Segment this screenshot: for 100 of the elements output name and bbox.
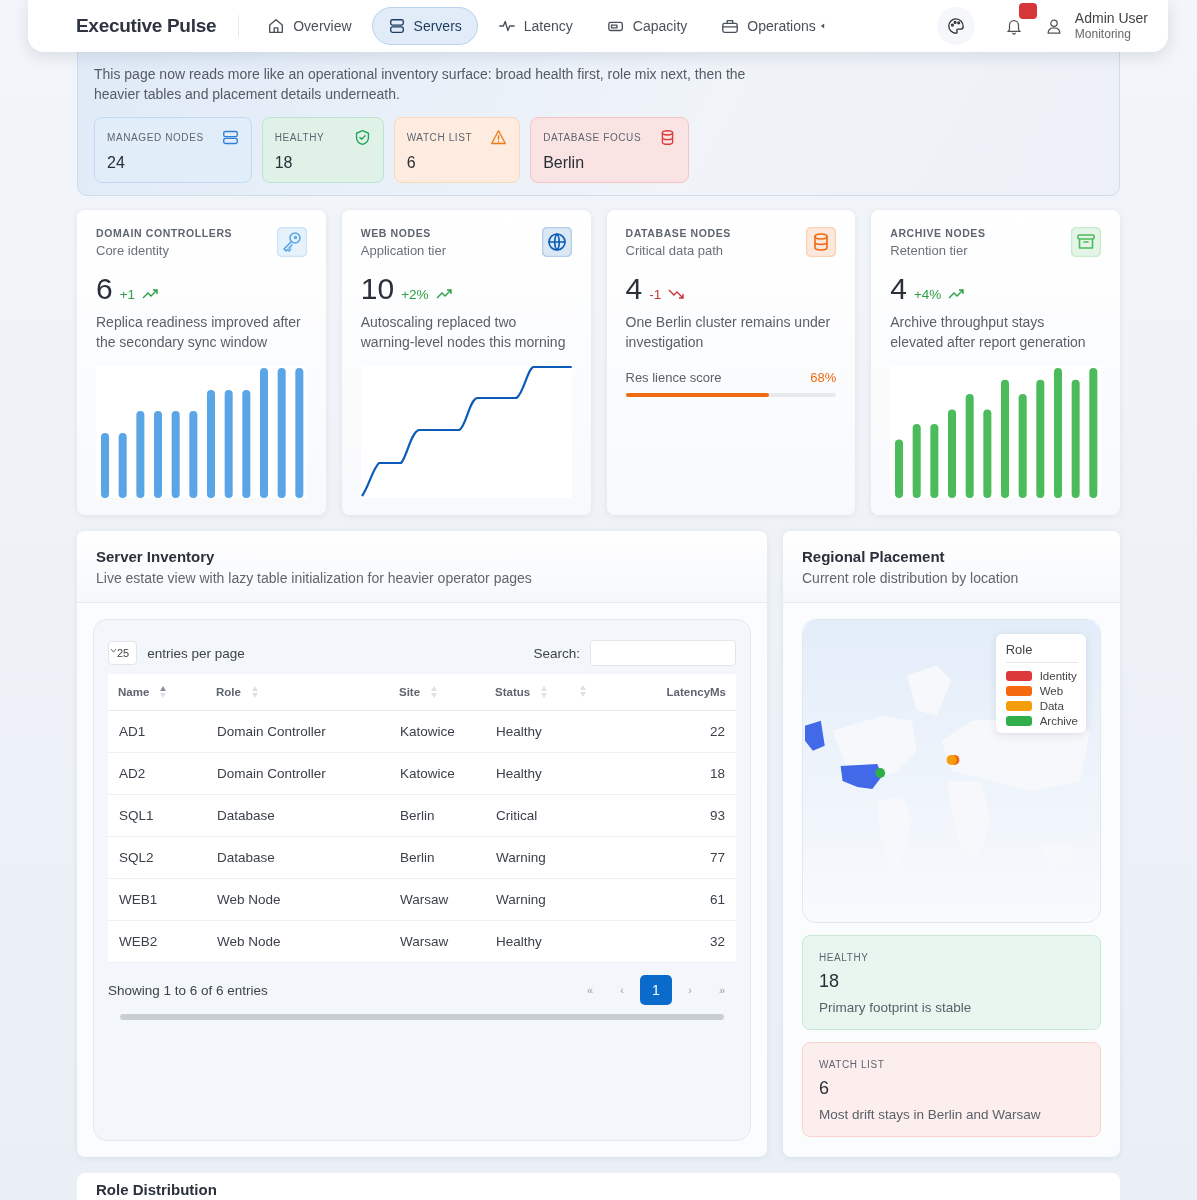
trend-delta: +4% — [913, 287, 942, 302]
palette-button[interactable] — [936, 7, 975, 45]
key-icon — [276, 227, 307, 257]
card-title: DATABASE NODES — [625, 227, 731, 239]
table-cell: 32 — [709, 934, 725, 949]
card-title: WEB NODES — [360, 227, 432, 239]
nav-tab[interactable]: Latency — [483, 9, 587, 43]
card-subtitle: Live estate view with lazy table initialization for heavier operator pages — [96, 570, 533, 586]
column-header[interactable]: Site — [389, 674, 485, 711]
legend-label: Web — [1039, 685, 1064, 697]
column-header[interactable]: LatencyMs — [612, 674, 736, 711]
user-name: Admin User — [1074, 10, 1148, 26]
table-cell: Berlin — [400, 808, 435, 823]
card-note: Autoscaling replaced two warning-level nodes this morning — [360, 313, 567, 352]
chip-label: WATCH LIST — [406, 132, 473, 143]
card-subtitle: Application tier — [360, 243, 447, 258]
node-count: 4 — [625, 272, 643, 306]
tile-label: WATCH LIST — [819, 1059, 886, 1070]
database-icon — [806, 227, 837, 257]
bell-icon — [1004, 17, 1023, 35]
table-cell: AD2 — [119, 766, 146, 781]
tile-note: Primary footprint is stable — [819, 1000, 973, 1015]
toolbox-icon — [721, 17, 740, 35]
card-note: One Berlin cluster remains under investigation — [625, 313, 832, 352]
nav-tab[interactable]: Operations — [707, 9, 839, 43]
nav-tab[interactable]: Capacity — [592, 9, 702, 43]
card-title: Regional Placement — [802, 548, 946, 565]
trend-up-icon — [948, 289, 965, 299]
caret-icon — [819, 22, 825, 30]
card-subtitle: Critical data path — [625, 243, 725, 258]
trend-delta: +2% — [401, 287, 429, 302]
column-header[interactable]: Status — [485, 674, 569, 711]
trend-delta: -1 — [649, 287, 662, 302]
table-cell: WEB2 — [119, 934, 158, 949]
legend-label: Data — [1039, 700, 1064, 712]
table-cell: Warsaw — [400, 934, 449, 949]
server-icon — [387, 17, 406, 35]
card-subtitle: Current role distribution by location — [802, 570, 1020, 586]
table-cell: Web Node — [217, 892, 281, 907]
table-cell: 22 — [709, 724, 725, 739]
progress-reading: 68% — [810, 370, 837, 385]
table-info: Showing 1 to 6 of 6 entries — [108, 982, 268, 998]
node-count: 4 — [890, 272, 907, 306]
column-header[interactable]: Name — [108, 674, 206, 711]
card-title: DOMAIN CONTROLLERS — [96, 227, 233, 239]
search-label: Search: — [533, 645, 580, 661]
nav-tab[interactable]: Overview — [253, 9, 366, 43]
hero-description: This page now reads more like an operational inventory surface: broad health first, role mix next, then the heavier tables and placement details underneath. — [94, 65, 747, 104]
node-count: 10 — [360, 272, 395, 306]
node-count: 6 — [96, 272, 113, 306]
search-field[interactable] — [590, 640, 736, 666]
card-note: Archive throughput stays elevated after report generation — [890, 313, 1087, 352]
card-subtitle: Core identity — [96, 243, 170, 258]
table-cell: Healthy — [496, 934, 542, 949]
table-cell: Warning — [496, 850, 546, 865]
page-length-label: entries per page — [147, 645, 245, 661]
page-button[interactable]: 1 — [640, 975, 672, 1005]
trend-up-icon — [142, 289, 159, 299]
table-cell: Critical — [496, 808, 538, 823]
chip-label: HEALTHY — [274, 132, 325, 143]
table-cell: WEB1 — [119, 892, 158, 907]
trend-up-icon — [435, 289, 452, 299]
page-length-select[interactable]: 25 — [108, 641, 138, 665]
table-cell: Domain Controller — [217, 724, 326, 739]
chip-value: 6 — [406, 154, 417, 172]
legend-label: Identity — [1039, 670, 1077, 682]
table-cell: 93 — [709, 808, 725, 823]
table-cell: SQL2 — [119, 850, 154, 865]
table-cell: Database — [217, 808, 275, 823]
tile-value: 18 — [819, 971, 841, 992]
home-icon — [267, 17, 286, 35]
tile-value: 6 — [819, 1078, 830, 1099]
table-cell: SQL1 — [119, 808, 154, 823]
chip-value: Berlin — [543, 154, 586, 172]
nav-tab[interactable]: Servers — [371, 7, 478, 45]
table-cell: 18 — [709, 766, 725, 781]
card-title: Server Inventory — [96, 548, 216, 565]
table-cell: Berlin — [400, 850, 435, 865]
table-cell: Warsaw — [400, 892, 449, 907]
card-subtitle: Retention tier — [890, 243, 969, 258]
legend-title: Role — [1005, 642, 1078, 663]
table-cell: Katowice — [400, 766, 455, 781]
chip-label: MANAGED NODES — [107, 132, 204, 143]
chevron-icon — [111, 647, 116, 653]
progress-label: Res lience score — [625, 370, 722, 385]
column-header[interactable]: Role — [206, 674, 389, 711]
chip-value: 18 — [274, 154, 294, 172]
chip-value: 24 — [107, 154, 126, 172]
user-role: Monitoring — [1074, 26, 1132, 42]
card-title: ARCHIVE NODES — [890, 227, 986, 239]
table-cell: Katowice — [400, 724, 455, 739]
tile-label: HEALTHY — [819, 952, 870, 963]
table-cell: Healthy — [496, 724, 542, 739]
palette-icon — [946, 17, 965, 35]
table-cell: 61 — [709, 892, 725, 907]
table-cell: Warning — [496, 892, 546, 907]
chip-label: DATABASE FOCUS — [543, 132, 642, 143]
table-cell: Healthy — [496, 766, 542, 781]
legend-label: Archive — [1039, 715, 1078, 727]
trend-down-icon — [668, 289, 685, 299]
